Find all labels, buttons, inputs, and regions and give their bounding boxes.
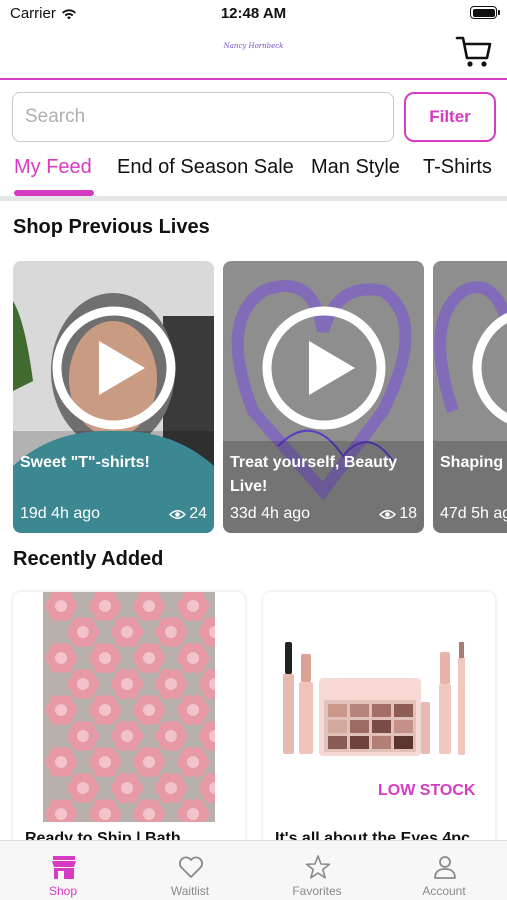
store-icon <box>52 856 76 879</box>
category-tabs: My Feed End of Season Sale Man Style T-S… <box>0 152 507 200</box>
person-icon <box>434 856 456 879</box>
tab-bar-waitlist[interactable]: Waitlist <box>127 841 253 900</box>
low-stock-badge: LOW STOCK <box>378 782 476 799</box>
live-age: 33d 4h ago <box>230 505 311 522</box>
live-meta: 33d 4h ago 18 <box>230 505 417 523</box>
lives-section-title: Shop Previous Lives <box>13 216 210 238</box>
live-card[interactable]: Sweet "T"-shirts! 19d 4h ago 24 <box>13 261 214 533</box>
heart-icon <box>179 856 203 878</box>
live-views-count: 24 <box>189 505 207 522</box>
live-views: 24 <box>169 505 207 523</box>
live-title: Treat yourself, Beauty Live! <box>230 454 398 495</box>
tab-bar-label: Waitlist <box>170 884 210 898</box>
eye-icon <box>379 509 397 519</box>
live-age: 19d 4h ago <box>20 505 101 522</box>
bottom-tab-bar: Shop Waitlist Favorites Account <box>0 840 507 900</box>
live-age: 47d 5h ago <box>440 505 507 522</box>
tab-my-feed[interactable]: My Feed <box>14 156 92 179</box>
tab-t-shirts[interactable]: T-Shirts <box>423 156 492 179</box>
tab-man-style[interactable]: Man Style <box>311 156 400 179</box>
play-icon[interactable] <box>471 305 507 431</box>
play-icon[interactable] <box>51 305 177 431</box>
live-meta: 47d 5h ago <box>440 505 507 523</box>
star-icon <box>305 855 331 879</box>
product-card[interactable]: LOW STOCK It's all about the Eyes 4pc <box>263 592 495 862</box>
live-views-count: 18 <box>399 505 417 522</box>
status-bar: Carrier 12:48 AM <box>0 0 507 30</box>
tab-bar-label: Shop <box>48 884 78 898</box>
cart-icon[interactable] <box>455 34 493 70</box>
tab-bar-account[interactable]: Account <box>381 841 507 900</box>
product-image <box>43 592 215 822</box>
tab-bar-label: Account <box>422 884 466 898</box>
logo: Nancy Hornbeck <box>223 42 284 50</box>
tab-bar-shop[interactable]: Shop <box>0 841 126 900</box>
live-title: Sweet "T"-shirts! <box>20 454 150 471</box>
battery-icon <box>470 6 500 19</box>
divider <box>0 196 507 201</box>
live-title: Shaping Shaving <box>440 454 507 471</box>
product-card[interactable]: Ready to Ship | Bath <box>13 592 245 862</box>
filter-button[interactable]: Filter <box>404 92 496 142</box>
live-card[interactable]: Shaping Shaving 47d 5h ago <box>433 261 507 533</box>
product-image <box>263 592 495 767</box>
tab-bar-label: Favorites <box>292 884 342 898</box>
live-views: 18 <box>379 505 417 523</box>
eye-icon <box>169 509 187 519</box>
app-header: Nancy Hornbeck <box>0 30 507 80</box>
recent-section-title: Recently Added <box>13 548 164 570</box>
tab-end-of-season-sale[interactable]: End of Season Sale <box>117 156 294 179</box>
search-input[interactable] <box>12 92 394 142</box>
live-meta: 19d 4h ago 24 <box>20 505 207 523</box>
live-card[interactable]: Treat yourself, Beauty Live! 33d 4h ago … <box>223 261 424 533</box>
play-icon[interactable] <box>261 305 387 431</box>
clock: 12:48 AM <box>220 5 287 22</box>
tab-bar-favorites[interactable]: Favorites <box>254 841 380 900</box>
